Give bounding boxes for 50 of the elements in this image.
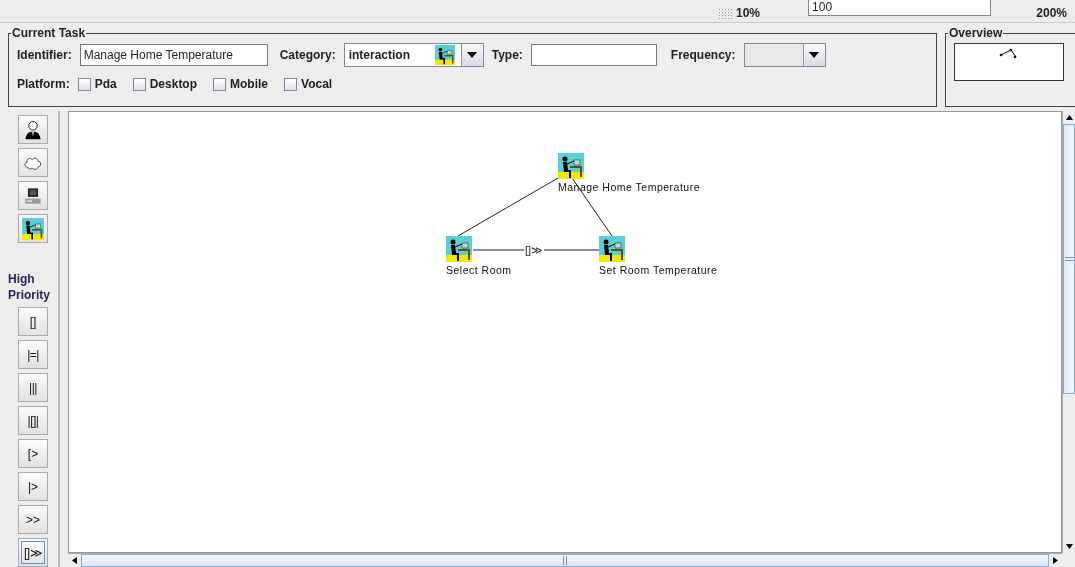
operator-button[interactable]: |[]| (18, 406, 48, 435)
checkbox-label: Desktop (149, 76, 198, 93)
task-node-icon[interactable] (599, 236, 625, 262)
checkbox[interactable] (132, 77, 146, 91)
task-node-icon[interactable] (558, 153, 584, 179)
checkbox-label: Pda (94, 76, 117, 93)
field-label: Identifier: (17, 47, 72, 64)
caret-icon (809, 52, 819, 58)
task-node-icon[interactable] (446, 236, 472, 262)
checkbox[interactable] (213, 77, 227, 91)
section-label: High Priority (8, 271, 51, 303)
field-label: Platform: (17, 76, 70, 93)
zoom-field[interactable]: 100 (808, 0, 992, 16)
operator-button[interactable]: |> (18, 472, 48, 501)
identifier-field[interactable]: Manage Home Temperature (79, 44, 268, 66)
operator-button[interactable]: ||| (18, 373, 48, 402)
checkbox-label: Mobile (230, 76, 269, 93)
field-label: Category: (279, 47, 336, 64)
task-label: Manage Home Temperature (558, 180, 701, 195)
frequency-dropdown[interactable] (743, 43, 826, 67)
interaction-task-icon (22, 217, 44, 240)
operator-button[interactable]: |=| (18, 340, 48, 369)
checkbox[interactable] (284, 77, 298, 91)
dropdown-value: interaction (347, 47, 412, 64)
operator-button[interactable]: [] (18, 307, 48, 336)
scrollbar-thumb[interactable] (1063, 124, 1075, 394)
operator-label: []≫ (524, 244, 545, 256)
checkbox[interactable] (77, 77, 91, 91)
task-label: Select Room (446, 263, 512, 278)
task-type-button[interactable] (18, 181, 48, 210)
operator-button[interactable]: [> (18, 439, 48, 468)
operator-button[interactable]: >> (18, 505, 48, 534)
grip-icon (563, 556, 567, 565)
type-field[interactable] (530, 44, 657, 66)
caret-icon (467, 52, 478, 58)
operator-button[interactable]: []≫ (18, 538, 48, 567)
grip-icon (1064, 257, 1074, 261)
task-type-button[interactable] (18, 214, 48, 243)
field-label: Frequency: (670, 47, 736, 64)
overview-thumbnail-drawing (999, 48, 1017, 59)
zoom-max-label: 200% (1036, 5, 1067, 22)
task-label: Set Room Temperature (599, 263, 718, 278)
checkbox-label: Vocal (301, 76, 333, 93)
field-label: Type: (491, 47, 523, 64)
task-type-button[interactable] (18, 115, 48, 144)
category-dropdown[interactable]: interaction (343, 43, 484, 67)
panel-title: Current Task (11, 27, 87, 39)
task-type-icon (434, 45, 455, 65)
zoom-min-label: 10% (736, 5, 761, 22)
panel-title: Overview (948, 27, 1004, 39)
